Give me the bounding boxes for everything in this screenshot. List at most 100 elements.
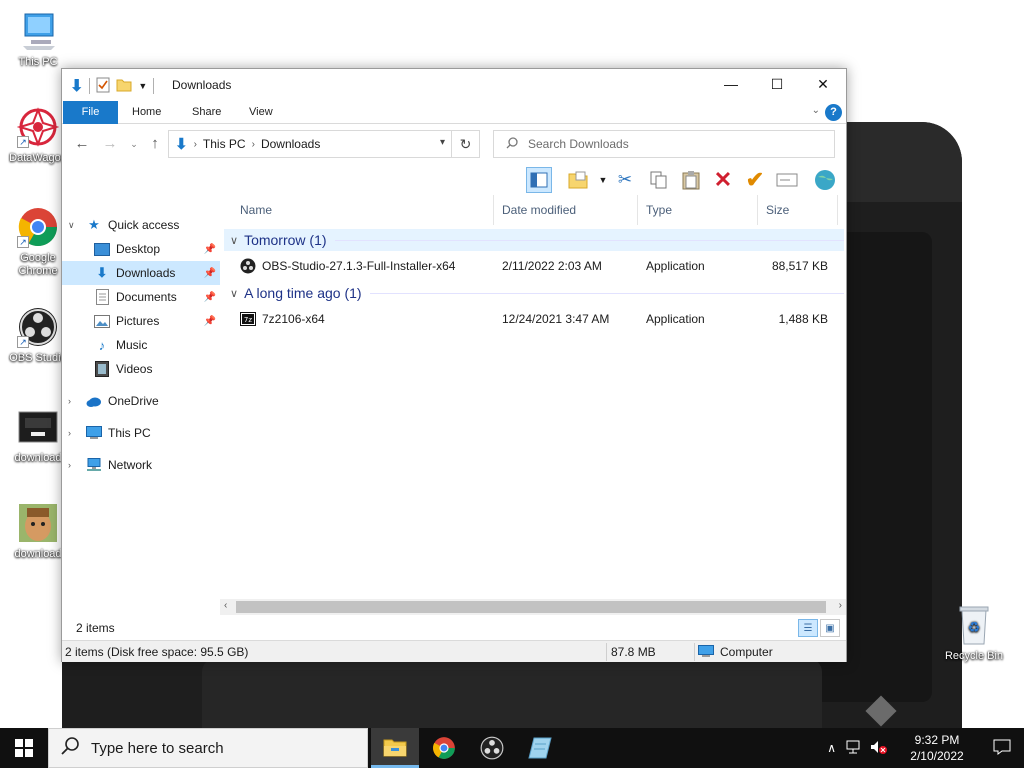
nav-documents[interactable]: Documents 📌 <box>62 285 220 309</box>
taskbar-search-box[interactable]: Type here to search <box>48 728 368 768</box>
chevron-up-icon[interactable]: ∧ <box>827 741 836 755</box>
rename-icon[interactable] <box>774 167 800 193</box>
column-header-name[interactable]: Name <box>232 195 494 225</box>
chevron-down-icon[interactable]: ∨ <box>68 220 75 231</box>
clock-date: 2/10/2022 <box>910 749 964 763</box>
extra-toolbar: ▼ ✂ ✕ ✔ <box>62 165 846 195</box>
copy-icon[interactable] <box>646 167 672 193</box>
title-bar[interactable]: ⬇ ▼ Downloads — ☐ ✕ <box>62 69 846 101</box>
recent-locations-button[interactable]: ⌄ <box>124 135 144 153</box>
expand-ribbon-icon[interactable]: ⌄ <box>812 105 820 116</box>
tab-home[interactable]: Home <box>120 101 173 124</box>
column-header-size[interactable]: Size <box>758 195 838 225</box>
volume-muted-icon[interactable] <box>870 740 888 757</box>
group-header-long-time-ago[interactable]: ∨ A long time ago (1) <box>224 282 844 304</box>
nav-label: Pictures <box>116 314 160 328</box>
help-button[interactable]: ? <box>825 104 842 121</box>
forward-button[interactable]: → <box>100 135 120 153</box>
network-status-icon[interactable] <box>846 740 862 757</box>
desktop-folder-icon <box>94 241 110 257</box>
windows-logo-icon <box>15 739 33 757</box>
pin-icon[interactable]: 📌 <box>204 268 216 279</box>
refresh-button[interactable]: ↻ <box>451 131 479 157</box>
nav-desktop[interactable]: Desktop 📌 <box>62 237 220 261</box>
file-explorer-window: ⬇ ▼ Downloads — ☐ ✕ File Home Share View… <box>61 68 847 662</box>
start-button[interactable] <box>0 728 48 768</box>
taskbar-file-explorer[interactable] <box>371 728 419 768</box>
nav-videos[interactable]: Videos <box>62 357 220 381</box>
file-row[interactable]: 7z 7z2106-x64 12/24/2021 3:47 AM Applica… <box>224 308 844 330</box>
scrollbar-thumb[interactable] <box>236 601 826 613</box>
tab-view[interactable]: View <box>237 101 285 124</box>
taskbar-notes-app[interactable] <box>516 728 564 768</box>
scroll-left-icon[interactable]: ‹ <box>224 600 227 611</box>
paste-icon[interactable] <box>678 167 704 193</box>
nav-downloads[interactable]: ⬇ Downloads 📌 <box>62 261 220 285</box>
group-header-tomorrow[interactable]: ∨ Tomorrow (1) <box>224 229 844 251</box>
window-title: Downloads <box>172 78 232 92</box>
clock-time: 9:32 PM <box>914 733 960 747</box>
file-size: 88,517 KB <box>771 259 828 273</box>
file-size: 1,488 KB <box>778 312 828 326</box>
item-count-bar: 2 items ☰ ▣ <box>62 617 846 637</box>
chevron-right-icon[interactable]: › <box>68 428 71 438</box>
pin-icon[interactable]: 📌 <box>204 292 216 303</box>
qat-dropdown-icon[interactable]: ▼ <box>138 81 147 91</box>
nav-onedrive[interactable]: › OneDrive <box>62 389 220 413</box>
new-folder-icon[interactable] <box>116 78 132 95</box>
item-count: 2 items <box>76 621 115 635</box>
nav-music[interactable]: ♪ Music <box>62 333 220 357</box>
chevron-right-icon[interactable]: › <box>68 460 71 470</box>
close-button[interactable]: ✕ <box>800 69 846 99</box>
image-file-icon <box>17 502 59 544</box>
7zip-installer-icon: 7z <box>240 311 256 327</box>
minimize-button[interactable]: — <box>708 69 754 99</box>
network-icon <box>86 457 102 473</box>
details-view-icon[interactable]: ☰ <box>798 619 818 637</box>
breadcrumb-this-pc[interactable]: This PC <box>203 137 246 151</box>
tab-file[interactable]: File <box>63 101 118 124</box>
chevron-right-icon[interactable]: › <box>68 396 71 406</box>
properties-icon[interactable] <box>96 77 110 96</box>
desktop-icon-this-pc[interactable]: This PC <box>2 10 74 69</box>
scroll-right-icon[interactable]: › <box>839 600 842 611</box>
preview-pane-icon[interactable] <box>526 167 552 193</box>
nav-quick-access[interactable]: ∨ ★ Quick access <box>62 213 220 237</box>
star-icon: ★ <box>88 217 100 232</box>
search-box[interactable]: Search Downloads <box>493 130 835 158</box>
nav-network[interactable]: › Network <box>62 453 220 477</box>
chrome-icon: ↗ <box>17 206 59 248</box>
horizontal-scrollbar[interactable]: ‹ › <box>220 599 846 615</box>
address-dropdown-icon[interactable]: ▾ <box>440 137 445 148</box>
tab-share[interactable]: Share <box>180 101 233 124</box>
file-type: Application <box>646 259 705 273</box>
folder-options-icon[interactable] <box>565 167 591 193</box>
desktop-icon-recycle-bin[interactable]: ♻ Recycle Bin <box>938 604 1010 663</box>
delete-icon[interactable]: ✕ <box>710 167 736 193</box>
nav-label: Downloads <box>116 266 176 280</box>
globe-icon[interactable] <box>812 167 838 193</box>
taskbar-obs[interactable] <box>468 728 516 768</box>
column-header-type[interactable]: Type <box>638 195 758 225</box>
maximize-button[interactable]: ☐ <box>754 69 800 99</box>
large-icons-view-icon[interactable]: ▣ <box>820 619 840 637</box>
file-name: OBS-Studio-27.1.3-Full-Installer-x64 <box>262 259 456 273</box>
pin-icon[interactable]: 📌 <box>204 316 216 327</box>
checkmark-icon[interactable]: ✔ <box>742 167 768 193</box>
nav-pictures[interactable]: Pictures 📌 <box>62 309 220 333</box>
back-button[interactable]: ← <box>72 135 92 153</box>
pictures-folder-icon <box>94 313 110 329</box>
up-button[interactable]: ↑ <box>145 135 165 153</box>
clock[interactable]: 9:32 PM 2/10/2022 <box>894 732 980 764</box>
taskbar-chrome[interactable] <box>420 728 468 768</box>
address-bar[interactable]: ⬇ › This PC › Downloads ▾ ↻ <box>168 130 480 158</box>
cut-icon[interactable]: ✂ <box>612 167 638 193</box>
nav-label: Network <box>108 458 153 472</box>
navigation-pane: ∨ ★ Quick access Desktop 📌 ⬇ Downloads 📌… <box>62 199 220 599</box>
column-header-date[interactable]: Date modified <box>494 195 638 225</box>
file-row[interactable]: OBS-Studio-27.1.3-Full-Installer-x64 2/1… <box>224 255 844 277</box>
nav-this-pc[interactable]: › This PC <box>62 421 220 445</box>
notifications-icon[interactable] <box>980 739 1024 758</box>
pin-icon[interactable]: 📌 <box>204 244 216 255</box>
breadcrumb-downloads[interactable]: Downloads <box>261 137 320 151</box>
